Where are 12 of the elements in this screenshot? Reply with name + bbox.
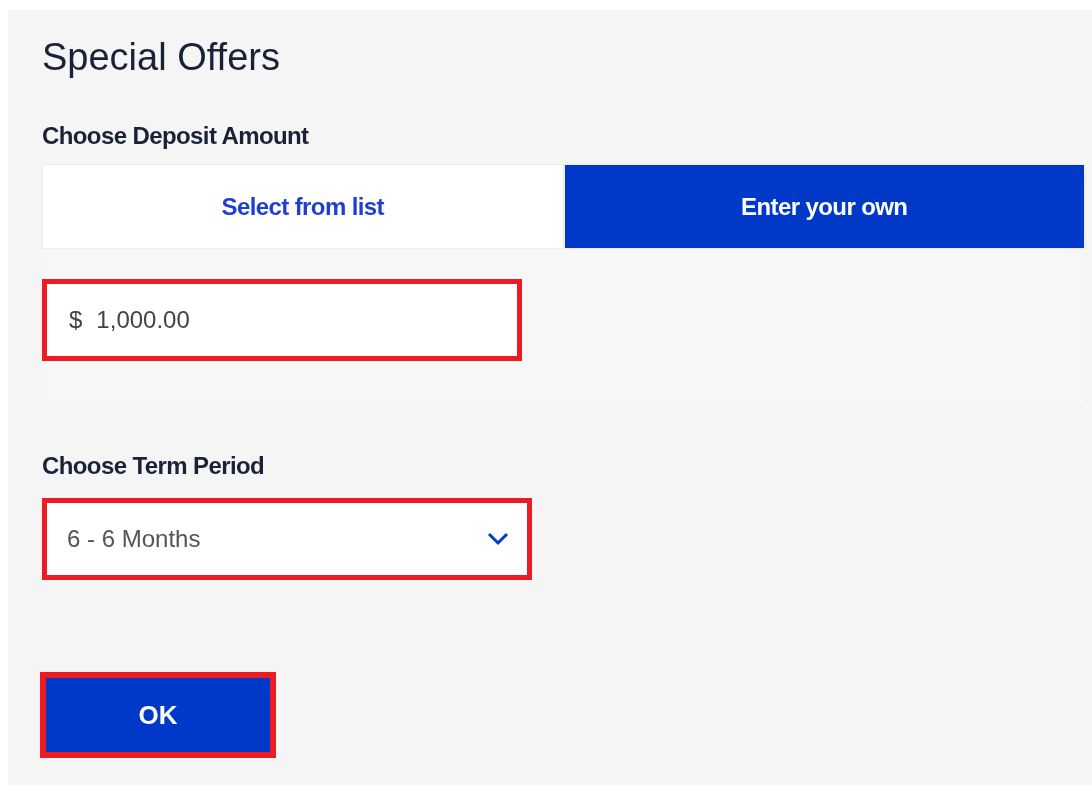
amount-value: 1,000.00 <box>96 305 190 335</box>
term-value: 6 - 6 Months <box>67 524 201 554</box>
deposit-label: Choose Deposit Amount <box>42 121 309 151</box>
currency-symbol: $ <box>69 305 83 335</box>
ok-button[interactable]: OK <box>40 672 276 758</box>
term-select[interactable]: 6 - 6 Months <box>42 498 532 580</box>
chevron-down-icon <box>487 532 509 546</box>
tab[interactable]: Enter your own <box>563 164 1085 249</box>
term-label: Choose Term Period <box>42 451 265 481</box>
amount-field[interactable]: $ 1,000.00 <box>42 279 522 361</box>
page-title: Special Offers <box>42 38 280 76</box>
tab[interactable]: Select from list <box>42 164 564 249</box>
